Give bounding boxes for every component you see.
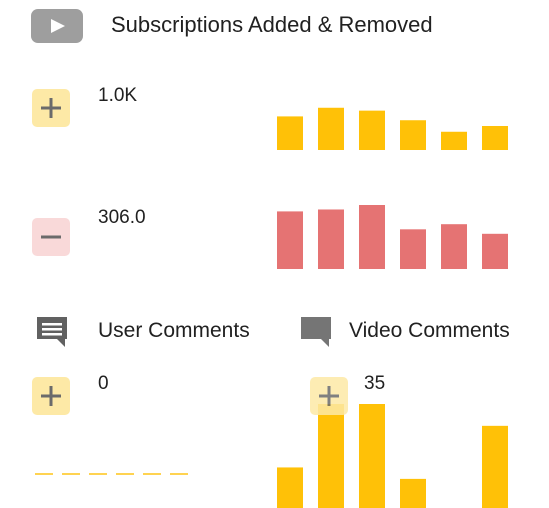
plus-icon [32, 377, 70, 415]
subscriptions-removed-value: 306.0 [98, 207, 146, 228]
chart-bar [359, 205, 385, 269]
chart-bar [441, 224, 467, 269]
chart-bar [89, 473, 107, 475]
section-title: Subscriptions Added & Removed [111, 12, 433, 37]
chart-bar [318, 107, 344, 150]
subscriptions-added-value: 1.0K [98, 85, 138, 106]
video-comments-label: Video Comments [349, 319, 510, 342]
chart-bar [277, 116, 303, 150]
comment-icon [35, 315, 69, 354]
chart-bar [482, 233, 508, 269]
user-comments-label: User Comments [98, 319, 250, 342]
subscriptions-removed-chart [270, 205, 520, 269]
youtube-play-icon [31, 9, 83, 43]
chart-bar [359, 404, 385, 508]
subscriptions-added-chart [270, 102, 520, 150]
chart-bar [400, 120, 426, 150]
chart-bar [482, 425, 508, 508]
chart-bar [170, 473, 188, 475]
plus-icon [32, 89, 70, 127]
chart-bar [359, 110, 385, 150]
chart-bar [318, 209, 344, 269]
chart-bar [318, 404, 344, 508]
chart-bar [35, 473, 53, 475]
video-comments-chart [270, 404, 520, 508]
chart-bar [277, 467, 303, 508]
chart-bar [400, 229, 426, 269]
chart-bar [62, 473, 80, 475]
plus-icon [310, 377, 348, 415]
chart-bar [441, 131, 467, 150]
video-comments-value: 35 [364, 373, 386, 394]
user-comments-value: 0 [98, 373, 109, 394]
minus-icon [32, 218, 70, 256]
chart-bar [400, 478, 426, 508]
chart-bar [116, 473, 134, 475]
chart-bar [277, 211, 303, 269]
user-comments-chart [35, 420, 205, 500]
comment-filled-icon [299, 315, 333, 354]
chart-bar [143, 473, 161, 475]
chart-bar [482, 126, 508, 150]
